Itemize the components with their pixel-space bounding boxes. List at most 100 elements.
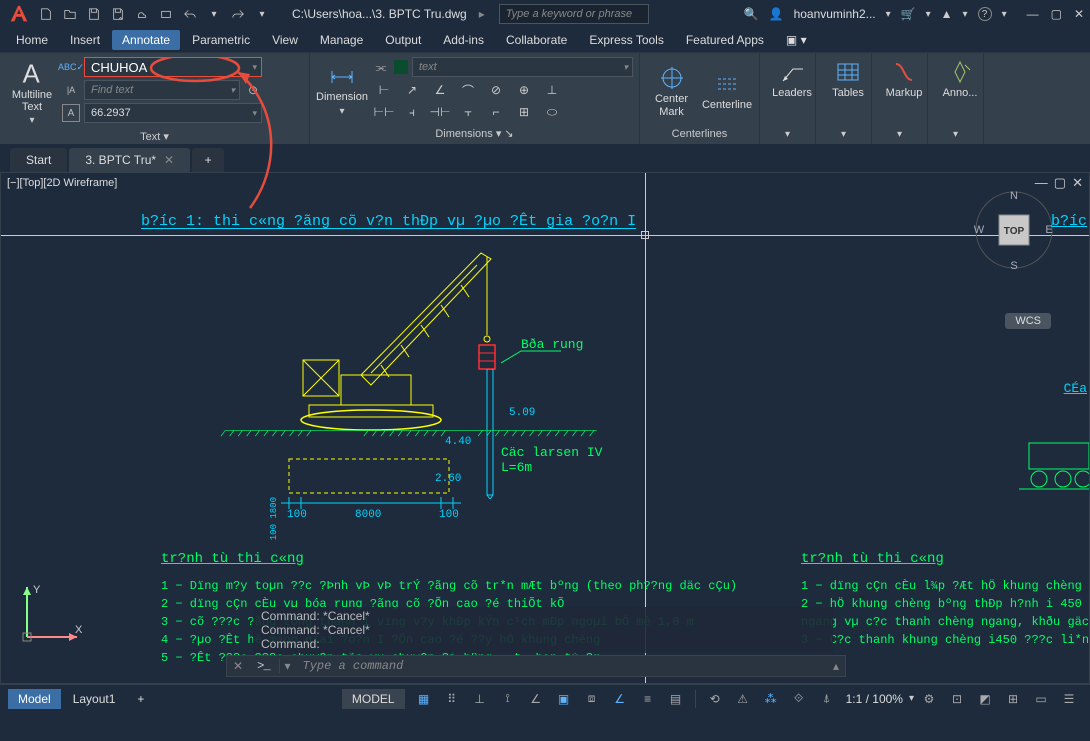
spellcheck-icon[interactable]: ABC✓ (62, 58, 80, 76)
find-icon[interactable]: |A (62, 81, 80, 99)
qat-undo-icon[interactable] (180, 4, 200, 24)
qat-save-icon[interactable] (84, 4, 104, 24)
ucs-icon[interactable]: Y X (17, 577, 87, 647)
dim-angular-icon[interactable]: ∠ (428, 80, 452, 100)
dim-layer-icon[interactable] (394, 60, 408, 74)
3dosnap-icon[interactable]: ⧈ (579, 688, 605, 710)
height-icon[interactable]: A (62, 104, 80, 122)
dim-tol-icon[interactable]: ⊞ (512, 102, 536, 122)
drawing-canvas[interactable]: [−][Top][2D Wireframe] — ▢ ✕ N E S W TOP… (0, 172, 1090, 684)
menu-featured[interactable]: Featured Apps (676, 30, 774, 50)
qat-undo-dd[interactable]: ▾ (204, 4, 224, 24)
dim-linear-icon[interactable]: ⊢ (372, 80, 396, 100)
qat-open-icon[interactable] (60, 4, 80, 24)
menu-manage[interactable]: Manage (310, 30, 373, 50)
ortho-icon[interactable]: ⊥ (467, 688, 493, 710)
transparency-icon[interactable]: ▤ (663, 688, 689, 710)
status-tab-layout1[interactable]: Layout1 (63, 689, 126, 709)
anno-vis-icon[interactable]: ⁂ (758, 688, 784, 710)
scale-readout[interactable]: 1:1 / 100% (842, 692, 907, 706)
isolate-icon[interactable]: ⊞ (1000, 688, 1026, 710)
tab-new-icon[interactable]: + (192, 148, 224, 172)
path-dropdown-icon[interactable]: ▸ (479, 7, 485, 21)
dim-break-icon[interactable]: ⊣⊢ (428, 102, 452, 122)
menu-view[interactable]: View (262, 30, 308, 50)
vp-close-icon[interactable]: ✕ (1072, 175, 1083, 191)
menu-annotate[interactable]: Annotate (112, 30, 180, 50)
menu-home[interactable]: Home (6, 30, 58, 50)
tables-button[interactable]: Tables (822, 57, 874, 101)
leaders-button[interactable]: Leaders (766, 57, 818, 101)
otrack-icon[interactable]: ∠ (607, 688, 633, 710)
dim-continue-icon[interactable]: ⊢⊢ (372, 102, 396, 122)
menu-collaborate[interactable]: Collaborate (496, 30, 577, 50)
dim-inspect-icon[interactable]: ⬭ (540, 102, 564, 122)
lineweight-icon[interactable]: ≡ (635, 688, 661, 710)
dim-space-icon[interactable]: ⫟ (456, 102, 480, 122)
dim-jog-icon[interactable]: ⌐ (484, 102, 508, 122)
panel-leaders-dd[interactable]: ▾ (766, 127, 809, 142)
panel-dim-title[interactable]: Dimensions ▾ ↘ (316, 125, 633, 142)
qat-new-icon[interactable] (36, 4, 56, 24)
cleanscreen-icon[interactable]: ▭ (1028, 688, 1054, 710)
cmd-recent-icon[interactable]: ▴ (827, 659, 845, 673)
menu-insert[interactable]: Insert (60, 30, 110, 50)
osnap-icon[interactable]: ▣ (551, 688, 577, 710)
qat-cloud-icon[interactable] (132, 4, 152, 24)
dim-style-dropdown[interactable]: text (412, 57, 633, 77)
qat-plot-icon[interactable] (156, 4, 176, 24)
dimension-button[interactable]: Dimension ▾ (316, 57, 368, 125)
menu-parametric[interactable]: Parametric (182, 30, 260, 50)
viewcube[interactable]: N E S W TOP (969, 185, 1059, 278)
minimize-icon[interactable]: — (1027, 7, 1039, 21)
user-name[interactable]: hoanvuminh2... (794, 7, 876, 21)
find-go-icon[interactable]: ⊙ (244, 81, 262, 99)
isoplane-icon[interactable]: ∠ (523, 688, 549, 710)
centerline-button[interactable]: Centerline (701, 57, 753, 126)
text-height-dropdown[interactable]: 66.2937 (84, 103, 262, 123)
tab-close-icon[interactable]: ✕ (164, 153, 174, 167)
cmd-x-icon[interactable]: ✕ (227, 659, 249, 673)
menu-express[interactable]: Express Tools (579, 30, 673, 50)
customize-icon[interactable]: ☰ (1056, 688, 1082, 710)
monitor-icon[interactable]: ⊡ (944, 688, 970, 710)
tab-start[interactable]: Start (10, 148, 67, 172)
menu-more-icon[interactable]: ▣ ▾ (776, 30, 817, 50)
user-icon[interactable]: 👤 (769, 7, 784, 21)
tab-file[interactable]: 3. BPTC Tru* ✕ (69, 148, 190, 172)
multiline-text-button[interactable]: A Multiline Text ▾ (6, 57, 58, 128)
dim-arc-icon[interactable]: ⌒ (456, 80, 480, 100)
command-input[interactable]: Type a command (295, 659, 827, 673)
user-dd[interactable]: ▾ (886, 9, 891, 20)
dim-radius-icon[interactable]: ⊘ (484, 80, 508, 100)
cart-icon[interactable]: 🛒 (901, 7, 916, 21)
viewport-label[interactable]: [−][Top][2D Wireframe] (7, 177, 117, 189)
app-icon[interactable]: ▲ (941, 7, 953, 21)
wcs-badge[interactable]: WCS (1005, 313, 1051, 329)
hardware-icon[interactable]: ◩ (972, 688, 998, 710)
panel-tables-dd[interactable]: ▾ (822, 127, 865, 142)
status-tab-model[interactable]: Model (8, 689, 61, 709)
help-search[interactable]: Type a keyword or phrase (499, 4, 649, 24)
maximize-icon[interactable]: ▢ (1051, 7, 1062, 21)
qat-saveas-icon[interactable] (108, 4, 128, 24)
anno-auto-icon[interactable]: ⟐ (786, 688, 812, 710)
help-icon[interactable]: ? (978, 7, 992, 21)
sc-cycle-icon[interactable]: ⟲ (702, 688, 728, 710)
anno-scale-icon[interactable]: ⍋ (814, 688, 840, 710)
anno-scale-button[interactable]: Anno... (934, 57, 986, 101)
dim-aligned-icon[interactable]: ↗ (400, 80, 424, 100)
menu-addins[interactable]: Add-ins (433, 30, 494, 50)
qat-redo-dd[interactable]: ▾ (252, 4, 272, 24)
status-tab-add-icon[interactable]: + (127, 689, 154, 709)
find-text-input[interactable]: Find text (84, 80, 240, 100)
center-mark-button[interactable]: Center Mark (646, 57, 697, 126)
qat-redo-icon[interactable] (228, 4, 248, 24)
markup-button[interactable]: Markup (878, 57, 930, 101)
dim-ordinate-icon[interactable]: ⊥ (540, 80, 564, 100)
workspace-icon[interactable]: ⚙ (916, 688, 942, 710)
panel-markup-dd[interactable]: ▾ (878, 127, 921, 142)
dim-diameter-icon[interactable]: ⊕ (512, 80, 536, 100)
modelspace-badge[interactable]: MODEL (342, 689, 405, 709)
command-line[interactable]: ✕ >_ ▾ Type a command ▴ (226, 655, 846, 677)
